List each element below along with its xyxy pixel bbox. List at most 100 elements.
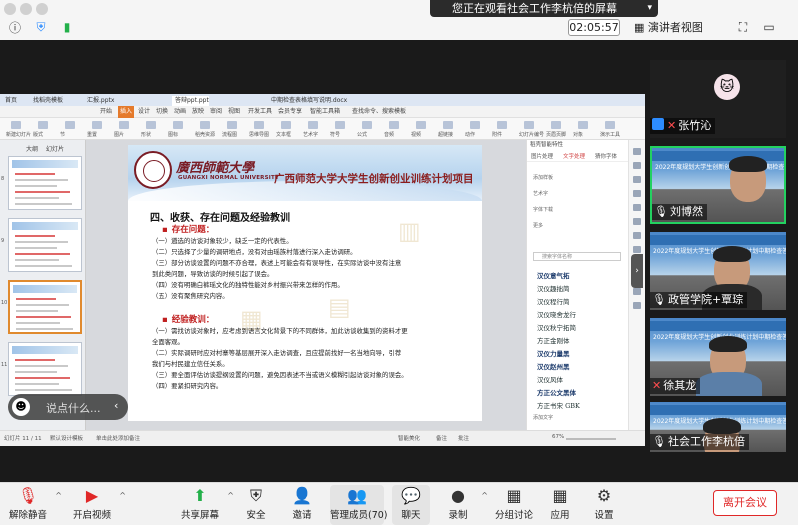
settings-button[interactable]: ⚙ 设置 bbox=[588, 485, 620, 525]
ribbon-tool-icon[interactable] bbox=[470, 121, 480, 129]
font-panel-row[interactable]: 字体下载 bbox=[533, 206, 553, 213]
tab-home[interactable]: 首页 bbox=[2, 96, 17, 106]
ribbon-tool-icon[interactable] bbox=[362, 121, 372, 129]
font-list-item[interactable]: 汉仪意气拓 bbox=[537, 270, 570, 280]
ribbon-tool-label[interactable]: 视频 bbox=[411, 131, 421, 138]
menu-slideshow[interactable]: 放映 bbox=[192, 106, 204, 118]
ribbon-tool-label[interactable]: 文本框 bbox=[276, 131, 291, 138]
ribbon-tool-label[interactable]: 重置 bbox=[87, 131, 97, 138]
fullscreen-icon[interactable]: ⛶ bbox=[734, 18, 752, 36]
ribbon-tool-icon[interactable] bbox=[38, 121, 48, 129]
signal-icon[interactable]: ▮ bbox=[58, 18, 76, 36]
ribbon-tool-icon[interactable] bbox=[11, 121, 21, 129]
font-list-item[interactable]: 汉仪力量黑 bbox=[537, 348, 570, 358]
invite-button[interactable]: 👤 邀请 bbox=[284, 485, 320, 525]
font-panel-row[interactable]: 艺术字 bbox=[533, 190, 548, 197]
comments-button[interactable]: 批注 bbox=[458, 434, 469, 442]
manage-participants-button[interactable]: 👥 管理成员(70) bbox=[330, 485, 388, 525]
ribbon-tool-label[interactable]: 稻壳资源 bbox=[195, 131, 215, 138]
add-text-link[interactable]: 添加文字 bbox=[533, 414, 553, 421]
info-icon[interactable]: ⓘ bbox=[6, 18, 24, 36]
ribbon-tool-icon[interactable] bbox=[335, 121, 345, 129]
menu-animation[interactable]: 动画 bbox=[174, 106, 186, 118]
font-list-item[interactable]: 汉仪晓舍龙行 bbox=[537, 309, 576, 319]
window-zoom-button[interactable] bbox=[36, 3, 48, 15]
ribbon-tool-icon[interactable] bbox=[146, 121, 156, 129]
menu-design[interactable]: 设计 bbox=[138, 106, 150, 118]
ribbon-tool-label[interactable]: 超链接 bbox=[438, 131, 453, 138]
font-list-item[interactable]: 汉仪趣拙简 bbox=[537, 283, 570, 293]
shield-icon[interactable]: ⛨ bbox=[32, 18, 50, 36]
font-list-item[interactable]: 方正金刚体 bbox=[537, 335, 570, 345]
side-tool-icon[interactable] bbox=[633, 288, 641, 295]
ribbon-tool-label[interactable]: 图片 bbox=[114, 131, 124, 138]
menu-start[interactable]: 开始 bbox=[100, 106, 112, 118]
tab-defense-ppt[interactable]: 答辩ppt.ppt bbox=[172, 96, 209, 106]
ribbon-tool-label[interactable]: 图标 bbox=[168, 131, 178, 138]
window-close-button[interactable] bbox=[4, 3, 16, 15]
tab-image-processing[interactable]: 图片处理 bbox=[531, 152, 553, 162]
font-panel-row[interactable]: 添加样板 bbox=[533, 174, 553, 181]
ribbon-tool-icon[interactable] bbox=[227, 121, 237, 129]
participant-tile[interactable]: 2022年度规划大学生创新创业训练计划中期检查答辩 ✕徐其龙 bbox=[650, 318, 786, 396]
chevron-up-icon[interactable]: ^ bbox=[119, 491, 126, 500]
font-search-input[interactable]: 搜索字体名称 bbox=[533, 252, 621, 261]
screen-share-banner[interactable]: 您正在观看社会工作李杭倍的屏幕 ▾ bbox=[430, 0, 658, 17]
ribbon-tool-label[interactable]: 音频 bbox=[384, 131, 394, 138]
outline-tab[interactable]: 大纲 bbox=[26, 144, 38, 153]
speaker-view-button[interactable]: ▦ 演讲者视图 bbox=[634, 19, 722, 36]
side-tool-icon[interactable] bbox=[633, 302, 641, 309]
menu-review[interactable]: 审阅 bbox=[210, 106, 222, 118]
slides-tab[interactable]: 幻灯片 bbox=[46, 144, 64, 153]
side-tool-icon[interactable] bbox=[633, 148, 641, 155]
font-list-item[interactable]: 汉仪秋宁拓简 bbox=[537, 322, 576, 332]
ribbon-tool-icon[interactable] bbox=[254, 121, 264, 129]
ribbon-tool-icon[interactable] bbox=[92, 121, 102, 129]
command-search[interactable]: 查找命令、搜索模板 bbox=[352, 106, 406, 118]
start-video-button[interactable]: ▶ 开启视频 ^ bbox=[70, 485, 126, 525]
ribbon-tool-label[interactable]: 符号 bbox=[330, 131, 340, 138]
font-list-item[interactable]: 方正书宋 GBK bbox=[537, 400, 580, 410]
ribbon-tool-label[interactable]: 页眉页脚 bbox=[546, 131, 566, 138]
participant-tile[interactable]: 2022年度规划大学生创新创业训练计划中期检查答辩 🎙社会工作李杭倍 bbox=[650, 402, 786, 452]
ribbon-tool-label[interactable]: 思维导图 bbox=[249, 131, 269, 138]
ribbon-tool-icon[interactable] bbox=[119, 121, 129, 129]
font-panel-row[interactable]: 更多 bbox=[533, 222, 543, 229]
ribbon-tool-icon[interactable] bbox=[524, 121, 534, 129]
ribbon-tool-label[interactable]: 节 bbox=[60, 131, 65, 138]
tab-midterm-docx[interactable]: 中期检查表格填写说明.docx bbox=[268, 96, 347, 106]
ribbon-tool-label[interactable]: 新建幻灯片 bbox=[6, 131, 31, 138]
menu-transition[interactable]: 切换 bbox=[156, 106, 168, 118]
breakout-rooms-button[interactable]: ▦ 分组讨论 bbox=[494, 485, 534, 525]
font-list-item[interactable]: 汉仪赵州黑 bbox=[537, 361, 570, 371]
ribbon-tool-icon[interactable] bbox=[389, 121, 399, 129]
record-button[interactable]: ● 录制 ^ bbox=[440, 485, 488, 525]
side-tool-icon[interactable] bbox=[633, 232, 641, 239]
side-tool-icon[interactable] bbox=[633, 162, 641, 169]
ribbon-tool-label[interactable]: 流程图 bbox=[222, 131, 237, 138]
side-tool-icon[interactable] bbox=[633, 204, 641, 211]
participant-tile[interactable]: 2022年度规划大学生创新创业训练计划中期检查答辩 🎙政管学院+覃琮 bbox=[650, 232, 786, 310]
comment-input-bubble[interactable]: ☻ 说点什么... ‹ bbox=[8, 394, 128, 420]
chevron-down-icon[interactable]: ▾ bbox=[647, 0, 652, 17]
current-slide[interactable]: 廣西師範大學 GUANGXI NORMAL UNIVERSITY 广西师范大学大… bbox=[128, 145, 482, 421]
minimize-window-icon[interactable]: ▭ bbox=[760, 18, 778, 36]
slide-editing-area[interactable]: 廣西師範大學 GUANGXI NORMAL UNIVERSITY 广西师范大学大… bbox=[86, 140, 526, 430]
chat-button[interactable]: 💬 聊天 bbox=[392, 485, 430, 525]
side-tool-icon[interactable] bbox=[633, 176, 641, 183]
ribbon-tool-icon[interactable] bbox=[578, 121, 588, 129]
slide-thumbnail[interactable] bbox=[8, 218, 82, 272]
slide-thumbnail[interactable] bbox=[8, 280, 82, 334]
menu-smart-tools[interactable]: 智能工具箱 bbox=[310, 106, 340, 118]
side-tool-icon[interactable] bbox=[633, 190, 641, 197]
chevron-up-icon[interactable]: ^ bbox=[55, 491, 62, 500]
ribbon-tool-icon[interactable] bbox=[497, 121, 507, 129]
notes-placeholder[interactable]: 单击此处添加备注 bbox=[96, 434, 140, 442]
menu-member[interactable]: 会员专享 bbox=[278, 106, 302, 118]
window-minimize-button[interactable] bbox=[20, 3, 32, 15]
ribbon-tool-label[interactable]: 演示工具 bbox=[600, 131, 620, 138]
menu-insert[interactable]: 插入 bbox=[118, 106, 135, 118]
smart-beautify-button[interactable]: 智能美化 bbox=[398, 434, 420, 442]
security-button[interactable]: ⛨ 安全 bbox=[238, 485, 274, 525]
font-list-item[interactable]: 汉仪风体 bbox=[537, 374, 563, 384]
